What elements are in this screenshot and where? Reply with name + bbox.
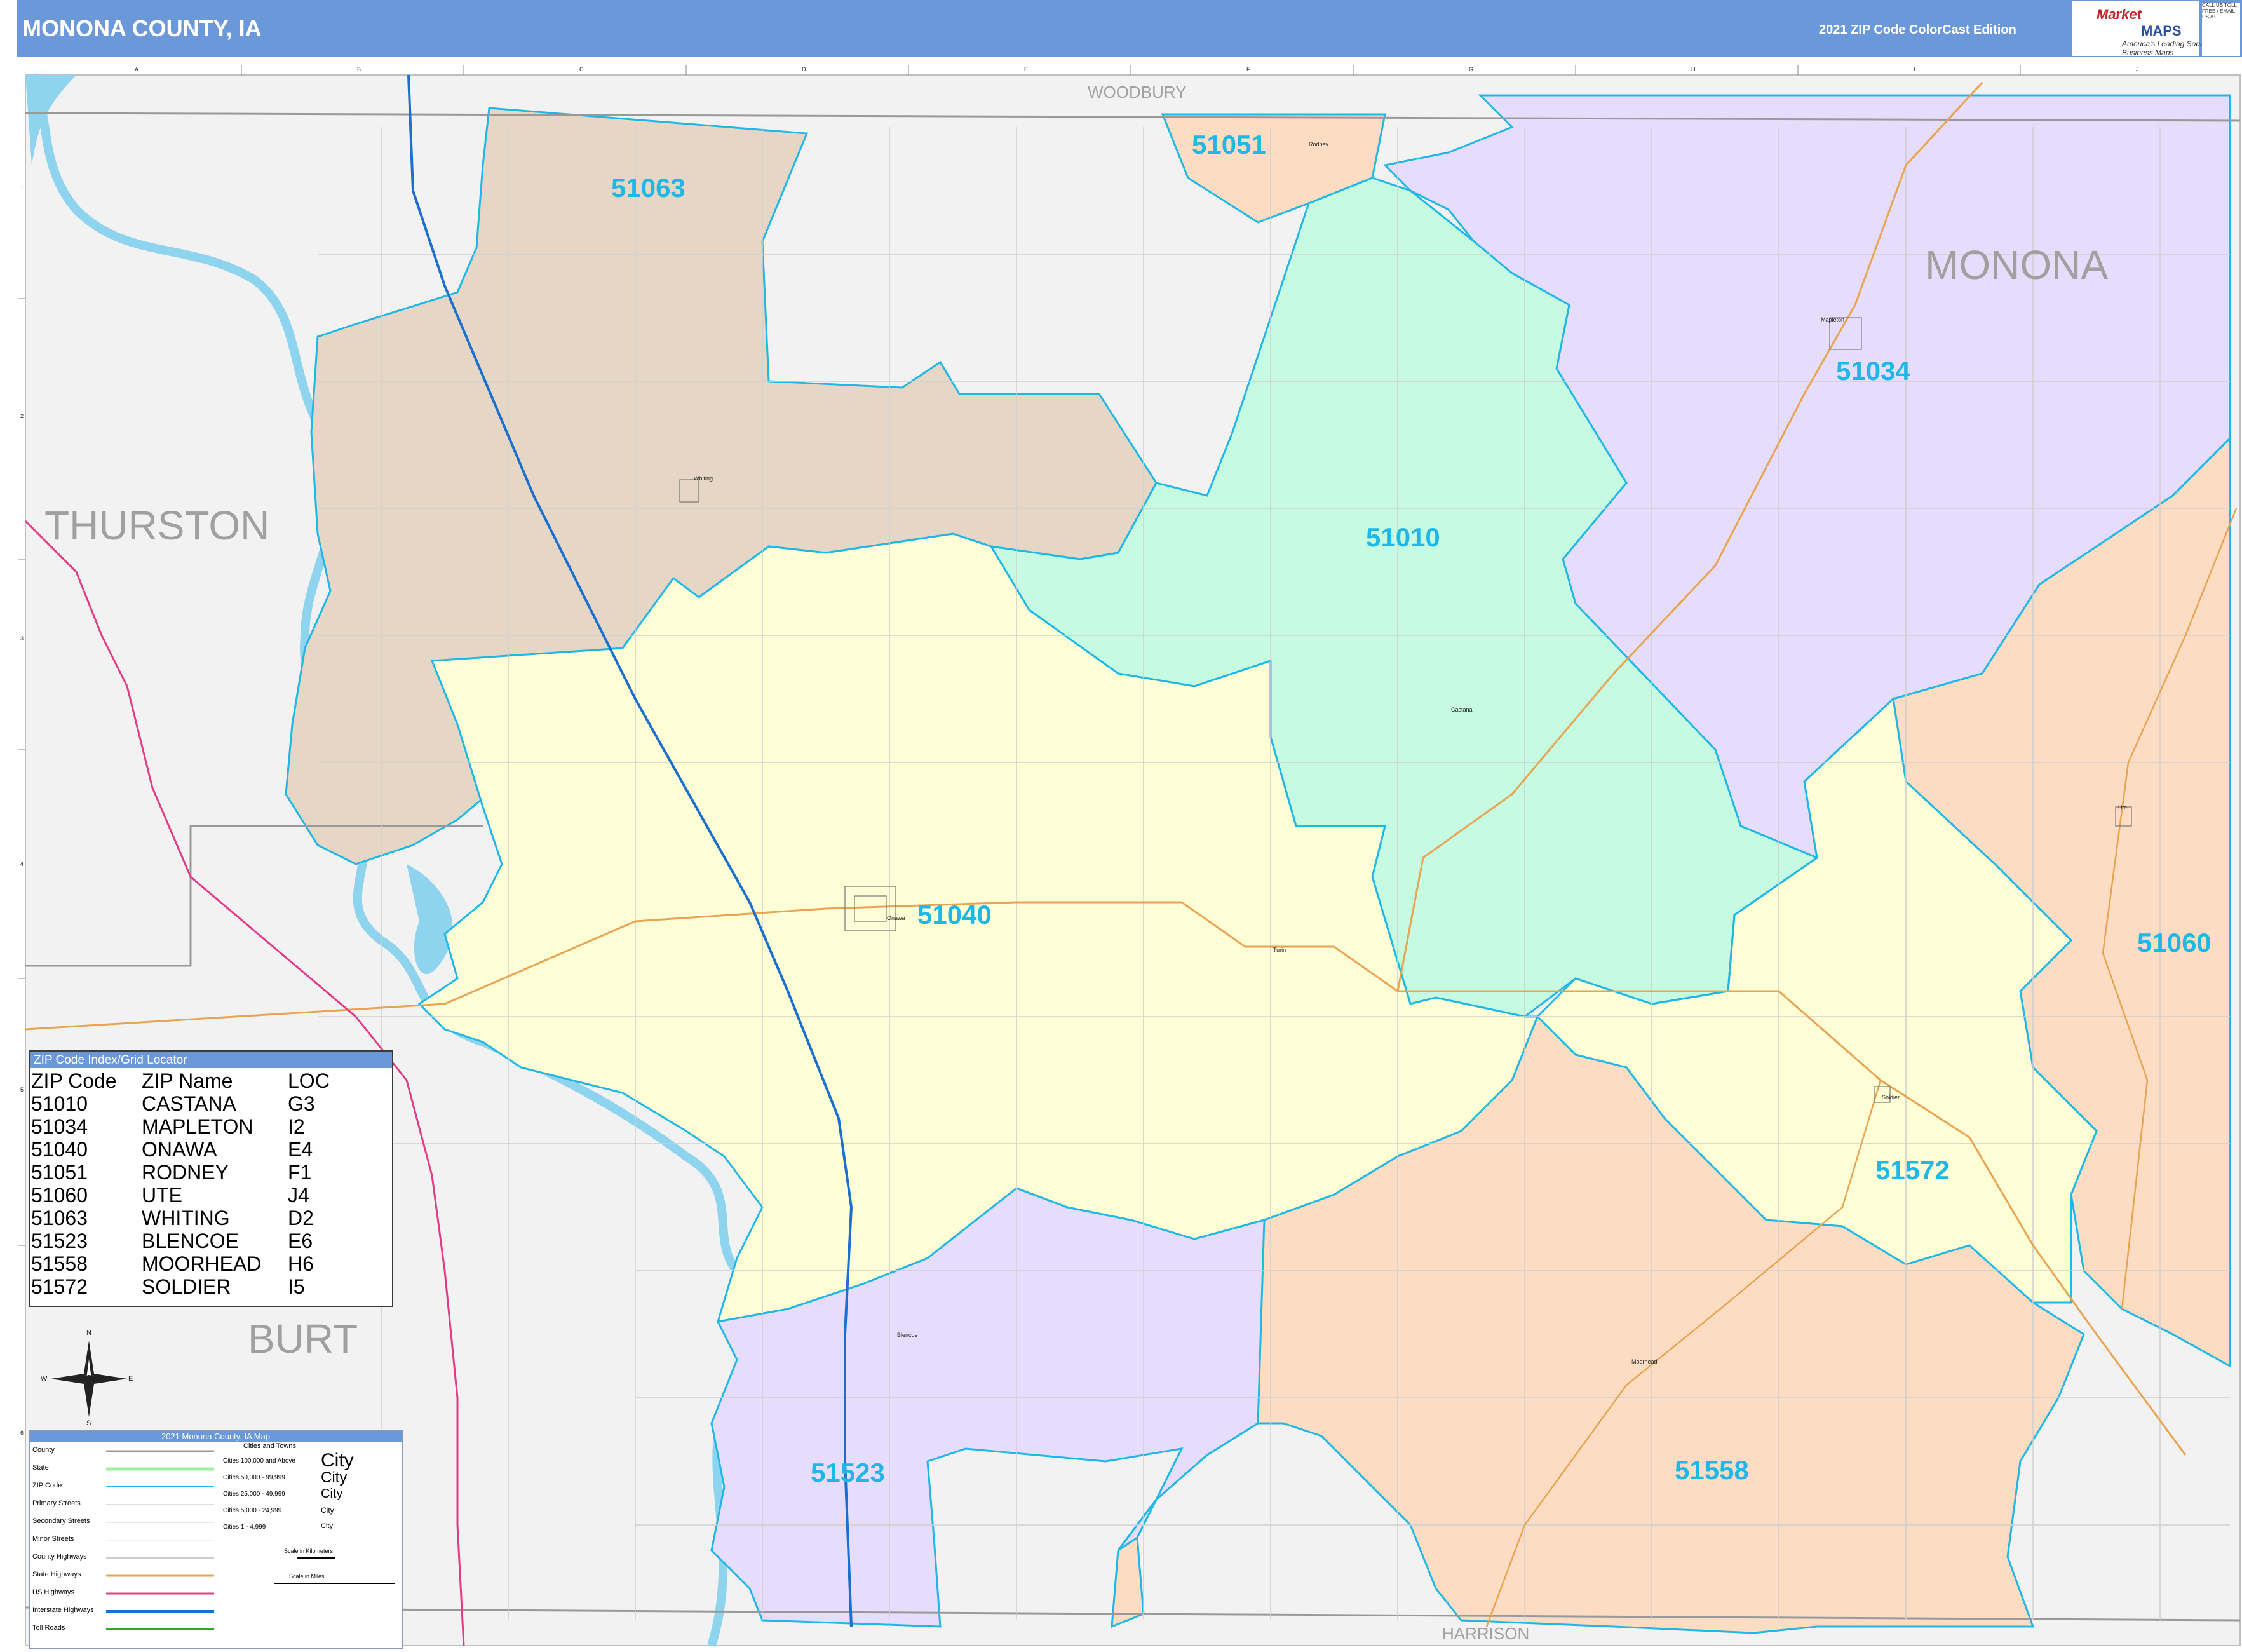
- grid-number: 1: [20, 184, 24, 191]
- legend-city-item: Cities 100,000 and Above: [223, 1458, 295, 1465]
- edition-label: 2021 ZIP Code ColorCast Edition: [1819, 23, 2016, 37]
- legend-swatches: [106, 1450, 214, 1630]
- town-ute: Ute: [2118, 804, 2128, 811]
- town-onawa: Onawa: [887, 915, 905, 921]
- legend-title: 2021 Monona County, IA Map: [30, 1431, 402, 1442]
- zip-index-row: 51051 RODNEY F1: [31, 1161, 312, 1184]
- zip-label-51558: 51558: [1675, 1455, 1749, 1485]
- zip-label-51010: 51010: [1366, 522, 1440, 552]
- legend-city-item: Cities 5,000 - 24,999: [223, 1507, 282, 1514]
- logo-contact: CALL US TOLL FREE / EMAIL US AT: [2202, 3, 2240, 56]
- legend-item: Minor Streets: [32, 1535, 74, 1543]
- map-legend: 2021 Monona County, IA Map County State …: [29, 1430, 403, 1649]
- county-label-thurston: THURSTON: [44, 503, 270, 548]
- grid-letter: C: [579, 66, 584, 72]
- compass-rose-icon: [51, 1341, 127, 1417]
- town-soldier: Soldier: [1882, 1094, 1900, 1100]
- compass-west: W: [41, 1375, 48, 1383]
- town-mapleton: Mapleton: [1821, 316, 1845, 323]
- legend-item: US Highways: [32, 1588, 75, 1596]
- grid-letter: I: [1914, 66, 1915, 72]
- zip-index-row: 51040 ONAWA E4: [31, 1138, 313, 1161]
- legend-item: Interstate Highways: [32, 1606, 94, 1614]
- legend-city-item: Cities 25,000 - 49,999: [223, 1491, 285, 1498]
- zip-label-51523: 51523: [811, 1458, 885, 1487]
- grid-letter: B: [357, 66, 361, 72]
- legend-city-sample: City: [321, 1522, 333, 1530]
- compass-east: E: [128, 1375, 133, 1383]
- zip-label-51572: 51572: [1875, 1155, 1950, 1185]
- grid-letter: A: [135, 66, 139, 72]
- map-title: MONONA COUNTY, IA: [22, 15, 262, 41]
- legend-item: Secondary Streets: [32, 1517, 90, 1525]
- town-turin: Turin: [1273, 947, 1286, 953]
- scale-bars: [274, 1557, 395, 1584]
- legend-cities-header: Cities and Towns: [243, 1442, 296, 1450]
- zip-label-51060: 51060: [2137, 928, 2212, 958]
- zip-index-row: 51063 WHITING D2: [31, 1207, 314, 1229]
- zip-index-row: 51523 BLENCOE E6: [31, 1229, 313, 1252]
- legend-item: Toll Roads: [32, 1624, 65, 1632]
- grid-letter: H: [1691, 66, 1696, 72]
- town-moorhead: Moorhead: [1631, 1358, 1658, 1365]
- legend-city-item: Cities 1 - 4,999: [223, 1524, 266, 1531]
- compass-south: S: [86, 1419, 91, 1427]
- town-castana: Castana: [1451, 707, 1473, 713]
- county-label-woodbury: WOODBURY: [1088, 83, 1187, 102]
- legend-city-sample: City: [321, 1506, 334, 1515]
- legend-item: Primary Streets: [32, 1500, 81, 1507]
- legend-city-item: Cities 50,000 - 99,999: [223, 1474, 285, 1481]
- legend-city-sample: City: [321, 1450, 354, 1471]
- zip-index-column-headers: ZIP Code ZIP Name LOC: [31, 1069, 330, 1092]
- grid-letter: E: [1024, 66, 1029, 72]
- grid-letter: F: [1246, 66, 1250, 72]
- town-blencoe: Blencoe: [897, 1332, 918, 1338]
- logo-market-text: Market: [2097, 6, 2142, 22]
- legend-item: State: [32, 1464, 49, 1472]
- zip-code-map: [18, 65, 2241, 1648]
- zip-code-index: ZIP Code Index/Grid Locator ZIP Code ZIP…: [29, 1050, 393, 1307]
- grid-letter: D: [802, 66, 806, 72]
- county-label-monona: MONONA: [1925, 242, 2108, 288]
- zip-label-51040: 51040: [917, 900, 992, 930]
- zip-index-row: 51572 SOLDIER I5: [31, 1275, 305, 1298]
- zip-index-row: 51034 MAPLETON I2: [31, 1115, 305, 1138]
- legend-scale-km: Scale in Kilometers: [284, 1548, 334, 1554]
- town-rodney: Rodney: [1309, 141, 1329, 147]
- grid-number: 2: [20, 413, 24, 419]
- town-whiting: Whiting: [694, 475, 713, 482]
- zip-index-row: 51558 MOORHEAD H6: [31, 1252, 314, 1275]
- grid-letter: J: [2136, 66, 2139, 72]
- legend-city-sample: City: [321, 1487, 343, 1501]
- zip-index-row: 51060 UTE J4: [31, 1184, 309, 1207]
- map-header: MONONA COUNTY, IA 2021 ZIP Code ColorCas…: [17, 0, 2242, 57]
- legend-item: ZIP Code: [32, 1482, 62, 1489]
- county-label-burt: BURT: [248, 1316, 358, 1362]
- legend-item: County Highways: [32, 1553, 87, 1561]
- grid-number: 5: [20, 1087, 24, 1093]
- legend-city-sample: City: [321, 1469, 348, 1486]
- zip-label-51051: 51051: [1192, 130, 1266, 159]
- legend-item: State Highways: [32, 1571, 81, 1578]
- zip-index-header: ZIP Code Index/Grid Locator: [30, 1052, 392, 1068]
- zip-label-51034: 51034: [1836, 356, 1910, 386]
- logo-maps-text: MAPS: [2141, 23, 2182, 39]
- county-label-harrison: HARRISON: [1442, 1624, 1530, 1643]
- compass-north: N: [86, 1329, 91, 1337]
- grid-letter: G: [1469, 66, 1474, 72]
- grid-number: 4: [20, 861, 24, 867]
- zip-label-51063: 51063: [611, 173, 685, 203]
- legend-item: County: [32, 1446, 55, 1454]
- grid-number: 3: [20, 635, 24, 642]
- grid-number: 6: [20, 1430, 24, 1436]
- zip-index-row: 51010 CASTANA G3: [31, 1092, 315, 1115]
